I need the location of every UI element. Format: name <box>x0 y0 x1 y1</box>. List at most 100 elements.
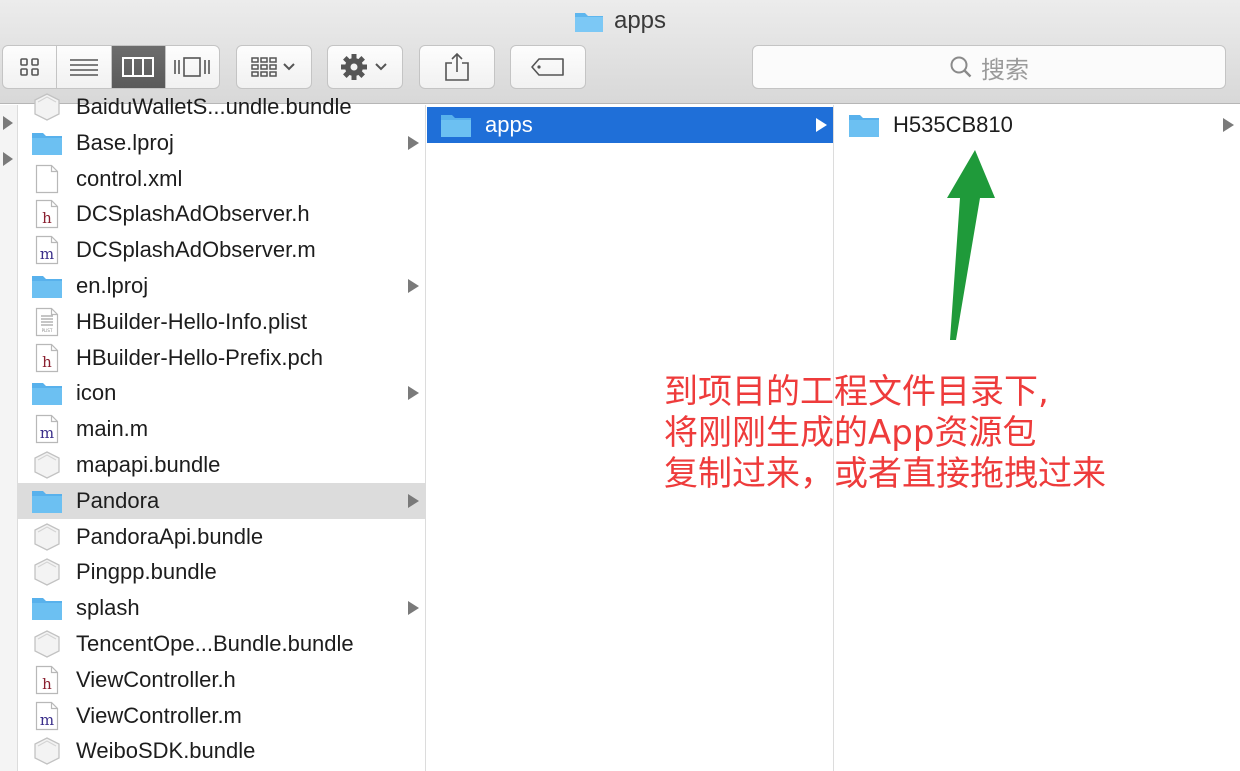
cover-flow-button[interactable] <box>166 46 219 88</box>
file-row[interactable]: WeiboSDK.bundle <box>18 733 425 769</box>
file-row[interactable]: TencentOpe...Bundle.bundle <box>18 626 425 662</box>
file-row[interactable]: m DCSplashAdObserver.m <box>18 232 425 268</box>
row-icon <box>30 93 64 121</box>
row-icon: h <box>30 665 64 694</box>
svg-text:h: h <box>42 353 52 371</box>
header-file-icon: h <box>35 665 59 694</box>
column-view-button[interactable] <box>111 46 166 88</box>
row-icon: h <box>30 200 64 229</box>
folder-icon <box>441 115 471 137</box>
view-mode-switcher[interactable] <box>2 45 220 89</box>
file-name: main.m <box>76 416 149 442</box>
file-name: Base.lproj <box>76 129 174 155</box>
bundle-icon <box>34 451 60 479</box>
folder-row[interactable]: en.lproj <box>18 268 425 304</box>
row-icon: PLIST <box>30 307 64 336</box>
file-name: BaiduWalletS...undle.bundle <box>76 94 352 119</box>
row-icon <box>30 594 64 622</box>
file-name: apps <box>485 112 533 137</box>
tags-button[interactable] <box>510 45 586 89</box>
folder-row[interactable]: Base.lproj <box>18 125 425 161</box>
folder-icon <box>32 490 62 513</box>
file-name: Pandora <box>76 487 160 513</box>
arrange-button[interactable] <box>236 45 312 89</box>
bundle-icon <box>34 558 60 587</box>
svg-text:h: h <box>42 675 52 693</box>
file-name: WeiboSDK.bundle <box>76 738 256 764</box>
file-row[interactable]: m main.m <box>18 411 425 447</box>
folder-row[interactable]: icon <box>18 375 425 411</box>
row-icon <box>30 522 64 551</box>
folder-icon <box>32 383 62 406</box>
header-file-icon: h <box>35 200 59 229</box>
bundle-icon <box>34 630 60 658</box>
file-name: DCSplashAdObserver.h <box>76 201 310 227</box>
file-name: control.xml <box>76 165 183 191</box>
source-file-icon: m <box>35 415 59 444</box>
file-name: ViewController.h <box>76 666 236 692</box>
list-view-icon <box>69 59 98 76</box>
row-icon <box>30 558 64 587</box>
share-button[interactable] <box>419 45 495 89</box>
column-project-files[interactable]: BaiduWalletS...undle.bundle Base.lproj con… <box>18 93 426 771</box>
annotation-line: 到项目的工程文件目录下, <box>664 372 1049 412</box>
source-file-icon: m <box>35 236 59 265</box>
file-row[interactable]: control.xml <box>18 161 425 197</box>
folder-row[interactable]: H535CB810 <box>835 107 1240 143</box>
file-name: PandoraApi.bundle <box>76 523 264 549</box>
share-icon <box>445 52 469 81</box>
search-placeholder: 搜索 <box>981 56 1029 84</box>
parent-column-edge[interactable] <box>0 105 18 771</box>
annotation-line: 复制过来，或者直接拖拽过来 <box>664 454 1106 494</box>
svg-text:m: m <box>40 424 54 442</box>
folder-icon <box>32 276 62 298</box>
list-view-button[interactable] <box>57 46 112 88</box>
svg-text:h: h <box>42 209 52 227</box>
folder-row[interactable]: Pandora <box>18 482 425 519</box>
folder-icon <box>574 13 603 32</box>
folder-row[interactable]: splash <box>18 590 425 626</box>
file-row[interactable]: h DCSplashAdObserver.h <box>18 196 425 232</box>
arrange-icon <box>251 57 295 77</box>
column-view-icon <box>122 57 155 77</box>
folder-icon <box>32 598 62 621</box>
plist-file-icon: PLIST <box>35 307 59 336</box>
disclosure-arrow-icon <box>408 601 419 616</box>
disclosure-arrow-icon <box>3 116 13 130</box>
file-name: mapapi.bundle <box>76 452 221 477</box>
file-row[interactable]: mapapi.bundle <box>18 447 425 483</box>
file-name: icon <box>76 380 117 406</box>
file-name: TencentOpe...Bundle.bundle <box>76 631 354 656</box>
file-row[interactable]: m ViewController.m <box>18 698 425 734</box>
file-row[interactable]: Pingpp.bundle <box>18 554 425 590</box>
file-row[interactable]: h HBuilder-Hello-Prefix.pch <box>18 340 425 376</box>
row-icon <box>30 487 64 515</box>
annotation-note: 到项目的工程文件目录下, 将刚刚生成的App资源包 复制过来，或者直接拖拽过来 <box>664 372 1224 495</box>
bundle-icon <box>34 93 60 121</box>
file-name: splash <box>76 595 140 621</box>
row-icon: m <box>30 701 64 730</box>
icon-view-button[interactable] <box>3 46 58 88</box>
window-title: apps <box>0 4 1240 38</box>
row-icon <box>30 379 64 407</box>
file-name: HBuilder-Hello-Info.plist <box>76 308 308 334</box>
file-row[interactable]: h ViewController.h <box>18 662 425 698</box>
file-name: en.lproj <box>76 273 149 298</box>
bundle-icon <box>34 522 60 551</box>
tag-icon <box>531 58 564 76</box>
row-icon <box>30 129 64 157</box>
file-row[interactable]: BaiduWalletS...undle.bundle <box>18 89 425 125</box>
svg-text:m: m <box>40 245 54 263</box>
window-title-text: apps <box>613 7 667 34</box>
bundle-icon <box>34 737 60 766</box>
action-menu-button[interactable] <box>327 45 403 89</box>
disclosure-arrow-icon <box>408 135 419 150</box>
file-row[interactable]: PandoraApi.bundle <box>18 519 425 555</box>
icon-view-icon <box>19 58 39 76</box>
file-name: ViewController.m <box>76 702 242 728</box>
file-name: DCSplashAdObserver.m <box>76 237 316 263</box>
file-row[interactable]: PLIST HBuilder-Hello-Info.plist <box>18 304 425 340</box>
search-field[interactable]: 搜索 <box>752 45 1226 89</box>
annotation-line: 将刚刚生成的App资源包 <box>664 413 1037 453</box>
folder-row[interactable]: apps <box>427 107 833 143</box>
